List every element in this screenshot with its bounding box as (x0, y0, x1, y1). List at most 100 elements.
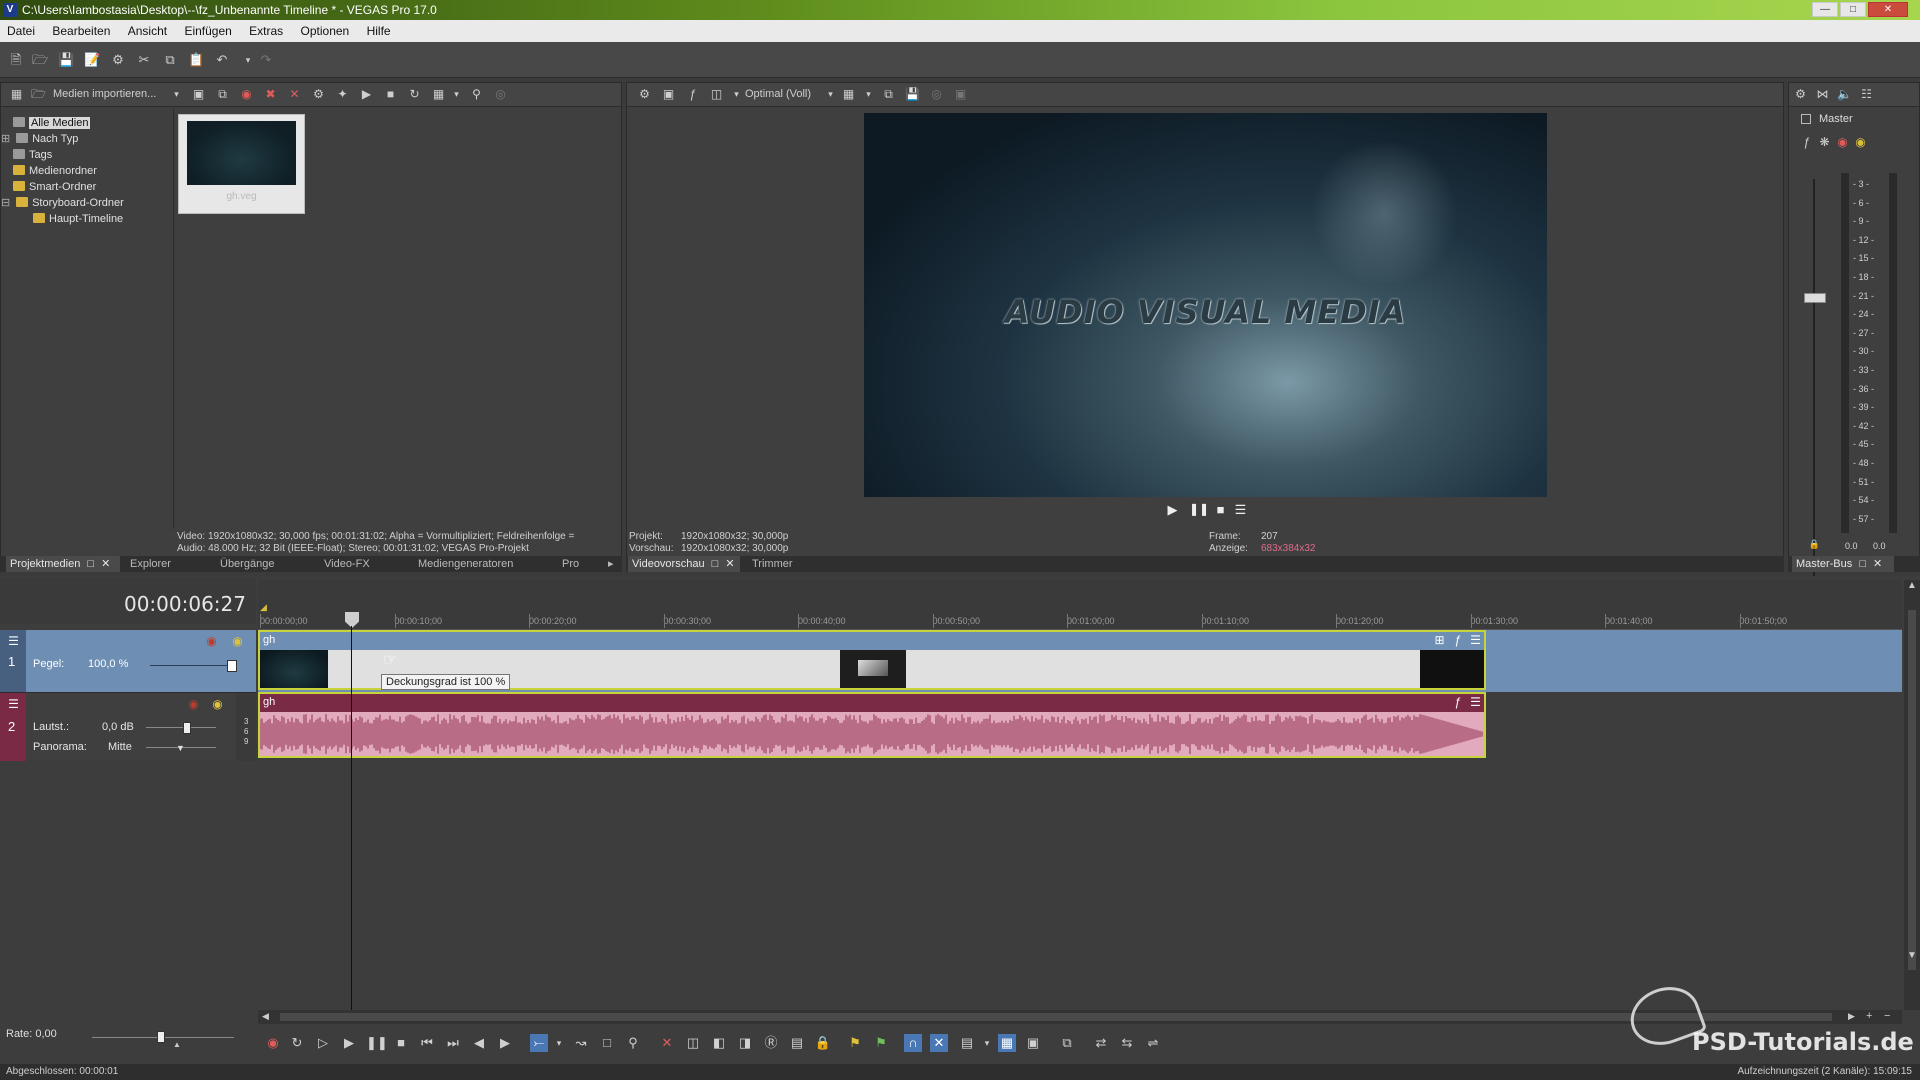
loop-playback-icon[interactable]: ↻ (288, 1034, 306, 1052)
track-menu-icon[interactable]: ☰ (6, 697, 21, 712)
tab-mediengeneratoren[interactable]: Mediengeneratoren (414, 556, 517, 572)
previous-frame-icon[interactable]: ◀ (470, 1034, 488, 1052)
close-tab-icon[interactable]: ✕ (1873, 558, 1882, 570)
zoom-out-icon[interactable]: − (1884, 1010, 1890, 1022)
pan-slider-handle[interactable]: ▼ (176, 743, 185, 753)
scope-icon[interactable]: ◎ (929, 87, 944, 102)
views-icon[interactable]: ▦ (431, 87, 446, 102)
video-preview-frame[interactable]: AUDIO VISUAL MEDIA (864, 113, 1547, 497)
event-menu-icon[interactable]: ☰ (1468, 695, 1483, 710)
pegel-slider-handle[interactable] (227, 660, 237, 672)
pause-icon[interactable]: ❚❚ (1189, 502, 1209, 517)
delete-icon[interactable]: ✕ (658, 1034, 676, 1052)
tab-projektmedien[interactable]: Projektmedien □ ✕ (6, 556, 120, 572)
master-fader-handle[interactable] (1804, 293, 1826, 303)
close-tab-icon[interactable]: ✕ (101, 558, 110, 570)
search-icon[interactable]: ⚲ (469, 87, 484, 102)
scroll-right-icon[interactable]: ▶ (1848, 1011, 1855, 1022)
mixer-faders-icon[interactable]: ☷ (1859, 87, 1874, 102)
solo-icon[interactable]: ◉ (230, 634, 245, 649)
mixer-settings-icon[interactable]: ⚙ (1793, 87, 1808, 102)
redo-icon[interactable]: ↷ (258, 52, 274, 68)
trim-icon[interactable]: ◫ (684, 1034, 702, 1052)
next-frame-icon[interactable]: ▶ (496, 1034, 514, 1052)
master-mute-icon[interactable]: ◉ (1835, 135, 1850, 150)
envelope-tool-icon[interactable]: ↝ (572, 1034, 590, 1052)
paste-icon[interactable]: 📋 (188, 52, 204, 68)
zoom-in-icon[interactable]: + (1866, 1010, 1872, 1022)
timecode-display[interactable]: 00:00:06:27 (0, 592, 246, 616)
media-fx-icon[interactable]: ✦ (335, 87, 350, 102)
audio-event-clip[interactable]: gh ƒ ☰ (258, 692, 1486, 758)
overlays-grid-icon[interactable]: ▦ (841, 87, 856, 102)
undock-icon[interactable]: □ (87, 558, 94, 570)
tab-explorer[interactable]: Explorer (126, 556, 175, 572)
undo-dropdown-icon[interactable]: ▾ (240, 52, 256, 68)
tree-item-alle-medien[interactable]: Alle Medien (13, 115, 91, 131)
go-to-end-icon[interactable]: ⏭ (444, 1034, 462, 1052)
minimize-icon[interactable]: — (1812, 2, 1838, 17)
split-icon[interactable]: Ⓡ (762, 1034, 780, 1052)
auto-preview-stop-icon[interactable]: ■ (383, 87, 398, 102)
track-menu-icon[interactable]: ☰ (6, 634, 21, 649)
get-media-icon[interactable]: ⧉ (215, 87, 230, 102)
tab-trimmer[interactable]: Trimmer (748, 556, 797, 572)
close-icon[interactable]: ✕ (1868, 2, 1908, 17)
tab-uebergaenge[interactable]: Übergänge (216, 556, 278, 572)
copy-snapshot-icon[interactable]: ⧉ (881, 87, 896, 102)
remove-unused-icon[interactable]: ✖ (263, 87, 278, 102)
save-icon[interactable]: 💾 (58, 52, 74, 68)
cut-icon[interactable]: ✂ (136, 52, 152, 68)
play-from-start-icon[interactable]: ▷ (314, 1034, 332, 1052)
audio-track-header[interactable]: ☰ 2 ◉ ◉ Lautst.: 0,0 dB Panorama: Mitte … (0, 692, 256, 761)
volume-slider-handle[interactable] (183, 722, 191, 734)
event-fx-icon[interactable]: ƒ (1450, 633, 1465, 648)
play-icon[interactable]: ▶ (340, 1034, 358, 1052)
media-properties-icon[interactable]: ⚙ (311, 87, 326, 102)
preview-settings-icon[interactable]: ⚙ (637, 87, 652, 102)
mixer-bus-icon[interactable]: ⋈ (1815, 87, 1830, 102)
tree-item-haupt-timeline[interactable]: Haupt-Timeline (33, 211, 123, 227)
preview-quality-select[interactable]: Optimal (Voll) (745, 88, 811, 100)
video-fx-icon[interactable]: ƒ (685, 87, 700, 102)
tab-video-fx[interactable]: Video-FX (320, 556, 374, 572)
ripple-dropdown-icon[interactable]: ▾ (978, 1034, 996, 1052)
video-track-header[interactable]: ☰ 1 ◉ ◉ Pegel: 100,0 % (0, 630, 256, 692)
play-icon[interactable]: ▶ (1165, 502, 1180, 517)
tab-pro[interactable]: Pro (558, 556, 583, 572)
tree-item-smart-ordner[interactable]: Smart-Ordner (13, 179, 96, 195)
normal-edit-tool-icon[interactable]: ⤚ (530, 1034, 548, 1052)
save-as-icon[interactable]: 📝 (84, 52, 100, 68)
properties-icon[interactable]: ⚙ (110, 52, 126, 68)
event-pan-crop-icon[interactable]: ⊞ (1432, 633, 1447, 648)
save-snapshot-icon[interactable]: 💾 (905, 87, 920, 102)
scroll-up-icon[interactable]: ▲ (1906, 580, 1918, 594)
menu-optionen[interactable]: Optionen (294, 20, 357, 42)
menu-hilfe[interactable]: Hilfe (360, 20, 398, 42)
tree-item-nach-typ[interactable]: ⊞ Nach Typ (1, 131, 78, 147)
tab-master-bus[interactable]: Master-Bus □ ✕ (1792, 556, 1894, 572)
menu-bearbeiten[interactable]: Bearbeiten (45, 20, 117, 42)
lock-envelopes-icon[interactable]: ▦ (998, 1034, 1016, 1052)
go-to-start-icon[interactable]: ⏮ (418, 1034, 436, 1052)
import-media-label[interactable]: Medien importieren... (53, 88, 156, 100)
mute-icon[interactable]: ◉ (186, 697, 201, 712)
auto-preview-play-icon[interactable]: ▶ (359, 87, 374, 102)
ripple-mode-icon[interactable]: ▤ (958, 1034, 976, 1052)
vertical-scroll-thumb[interactable] (1908, 610, 1916, 970)
preview-menu-icon[interactable]: ☰ (1233, 502, 1248, 517)
zoom-tool-icon[interactable]: ⚲ (624, 1034, 642, 1052)
master-fx-icon[interactable]: ƒ (1799, 135, 1814, 150)
new-file-icon[interactable]: 🗎 (8, 52, 24, 68)
ignore-grouping-icon[interactable]: ▣ (1024, 1034, 1042, 1052)
loop-region-marker-icon[interactable]: ◢ (260, 602, 267, 613)
horizontal-scroll-thumb[interactable] (280, 1013, 1832, 1021)
split-screen-icon[interactable]: ◫ (709, 87, 724, 102)
web-media-icon[interactable]: ◉ (239, 87, 254, 102)
import-dropdown-icon[interactable]: ▾ (169, 87, 184, 102)
master-checkbox[interactable] (1801, 114, 1811, 124)
tree-item-medienordner[interactable]: Medienordner (13, 163, 97, 179)
edit-tool-dropdown-icon[interactable]: ▾ (550, 1034, 568, 1052)
undock-icon[interactable]: □ (712, 558, 719, 570)
preview-device-icon[interactable]: ▣ (661, 87, 676, 102)
